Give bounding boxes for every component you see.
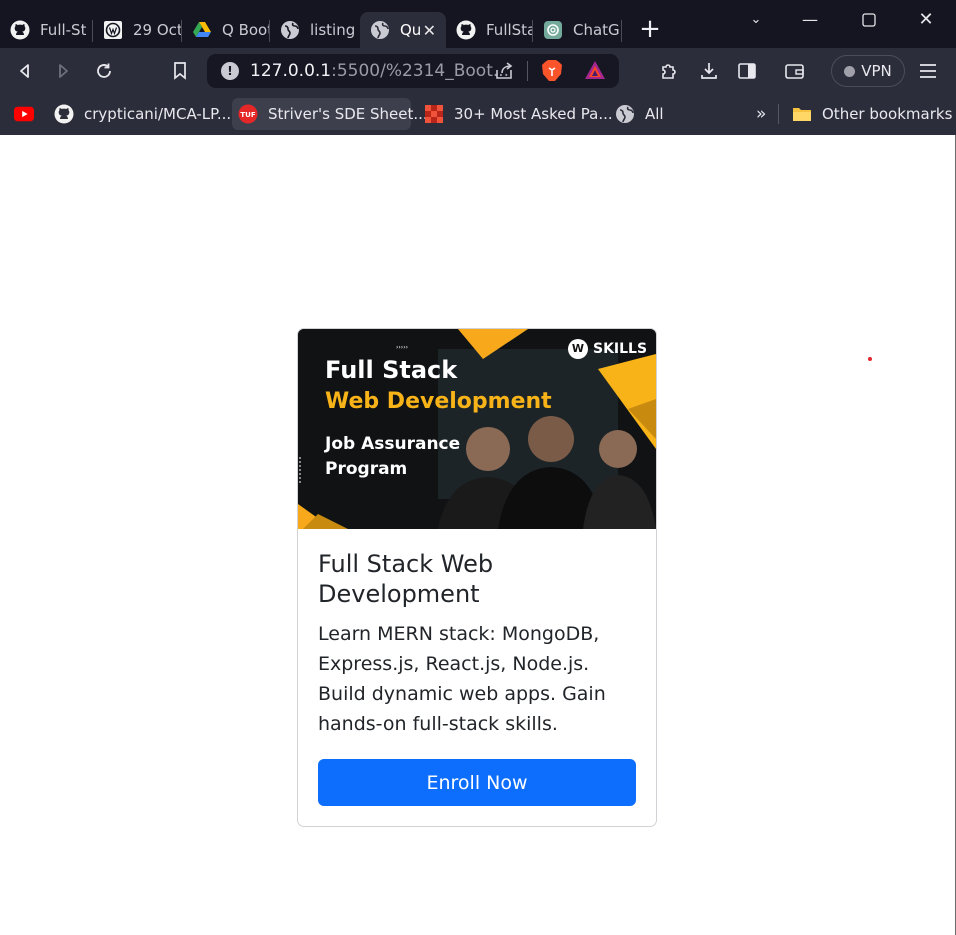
globe-icon: [370, 20, 390, 40]
menu-icon[interactable]: [913, 56, 943, 86]
vpn-status-icon: [844, 65, 856, 77]
svg-text:›››››: ›››››: [396, 344, 408, 351]
reload-button[interactable]: [89, 56, 119, 86]
bookmark-youtube[interactable]: [8, 98, 50, 130]
url-host: 127.0.0.1: [250, 61, 332, 81]
bookmark-label: Striver's SDE Sheet...: [268, 105, 428, 123]
tab-title: Qu: [400, 21, 422, 39]
tuf-icon: TUF: [238, 104, 258, 124]
svg-text:TUF: TUF: [240, 111, 255, 119]
bookmark-label: All: [645, 105, 664, 123]
brave-rewards-icon[interactable]: [584, 60, 606, 84]
tab-title: listing: [310, 21, 356, 39]
wordpress-icon: [103, 20, 123, 40]
bookmark-label: Other bookmarks: [822, 105, 953, 123]
enroll-now-button[interactable]: Enroll Now: [318, 759, 636, 806]
bookmark-30-most-asked[interactable]: 30+ Most Asked Pa...: [418, 98, 619, 130]
bookmarks-overflow-button[interactable]: »: [750, 98, 772, 130]
tab-q-boot[interactable]: Q Boot: [182, 12, 269, 48]
minimize-button[interactable]: —: [790, 6, 830, 34]
course-banner-image: ››››› W SKILLS Full Stack Web Developmen…: [298, 329, 656, 529]
tab-separator: [621, 20, 622, 42]
url-text: 127.0.0.1:5500/%2314_Boot...: [250, 61, 509, 81]
banner-subtitle: Job Assurance Program: [325, 434, 461, 479]
brave-shields-icon[interactable]: [541, 59, 563, 87]
bookmark-icon[interactable]: [165, 56, 195, 86]
address-bar[interactable]: ! 127.0.0.1:5500/%2314_Boot...: [207, 54, 619, 88]
globe-icon: [615, 104, 635, 124]
card-description: Learn MERN stack: MongoDB, Express.js, R…: [318, 623, 606, 735]
bookmark-label: crypticani/MCA-LP...: [84, 105, 232, 123]
github-icon: [54, 104, 74, 124]
extensions-icon[interactable]: [654, 56, 684, 86]
close-icon[interactable]: ✕: [423, 21, 436, 40]
cursor-dot: [868, 357, 872, 361]
card-title: Full Stack Web Development: [318, 550, 494, 608]
card-body: Full Stack Web Development Learn MERN st…: [318, 549, 638, 739]
pattern-icon: [424, 104, 444, 124]
tab-strip: Full-St 29 Oct Q Boot listing Qu ✕ FullS…: [0, 0, 956, 48]
new-tab-button[interactable]: +: [636, 16, 664, 44]
logo-icon: W: [568, 339, 588, 359]
vpn-button[interactable]: VPN: [831, 55, 905, 87]
tab-search-icon[interactable]: ⌄: [736, 6, 776, 34]
tab-title: Full-St: [40, 21, 87, 39]
bookmark-label: 30+ Most Asked Pa...: [454, 105, 613, 123]
share-icon[interactable]: [494, 62, 514, 84]
sidebar-icon[interactable]: [732, 56, 762, 86]
bookmarks-bar: crypticani/MCA-LP... TUF Striver's SDE S…: [0, 94, 956, 135]
tab-title: 29 Oct: [133, 21, 181, 39]
back-button[interactable]: [10, 56, 40, 86]
bookmark-all[interactable]: All: [609, 98, 670, 130]
tab-title: Q Boot: [222, 21, 269, 39]
tab-full-stack[interactable]: Full-St: [0, 12, 92, 48]
folder-icon: [792, 104, 812, 124]
other-bookmarks[interactable]: Other bookmarks: [786, 98, 956, 130]
tab-active[interactable]: Qu ✕: [360, 12, 446, 48]
tab-29-oct[interactable]: 29 Oct: [93, 12, 181, 48]
skills-logo: W SKILLS: [568, 339, 647, 359]
bookmark-mca-lp[interactable]: crypticani/MCA-LP...: [48, 98, 237, 130]
close-window-button[interactable]: ✕: [906, 6, 946, 34]
tab-title: FullSta: [486, 21, 532, 39]
chatgpt-icon: [543, 20, 563, 40]
course-card: ››››› W SKILLS Full Stack Web Developmen…: [297, 328, 657, 827]
bookmarks-divider: [778, 104, 779, 124]
github-icon: [10, 20, 30, 40]
site-info-icon[interactable]: !: [221, 62, 239, 80]
url-path: :5500/%2314_Boot...: [331, 61, 510, 81]
tab-listing[interactable]: listing: [270, 12, 358, 48]
tab-chatgpt[interactable]: ChatG: [533, 12, 621, 48]
banner-title-line2: Web Development: [325, 389, 552, 414]
toolbar: ! 127.0.0.1:5500/%2314_Boot... VPN: [0, 48, 956, 94]
download-icon[interactable]: [694, 56, 724, 86]
wallet-icon[interactable]: [780, 56, 810, 86]
vpn-label: VPN: [861, 62, 892, 80]
forward-button[interactable]: [48, 56, 78, 86]
browser-chrome: Full-St 29 Oct Q Boot listing Qu ✕ FullS…: [0, 0, 956, 135]
overflow-label: »: [756, 104, 767, 124]
github-icon: [456, 20, 476, 40]
globe-icon: [280, 20, 300, 40]
banner-title-line1: Full Stack: [325, 356, 458, 384]
youtube-icon: [14, 104, 34, 124]
google-drive-icon: [192, 20, 212, 40]
tab-title: ChatG: [573, 21, 620, 39]
tab-fullstack-github[interactable]: FullSta: [446, 12, 532, 48]
omnibox-divider: [527, 61, 528, 81]
maximize-button[interactable]: [849, 6, 889, 34]
banner-brand: SKILLS: [593, 341, 648, 357]
bookmark-strivers-sheet[interactable]: TUF Striver's SDE Sheet...: [232, 98, 428, 130]
